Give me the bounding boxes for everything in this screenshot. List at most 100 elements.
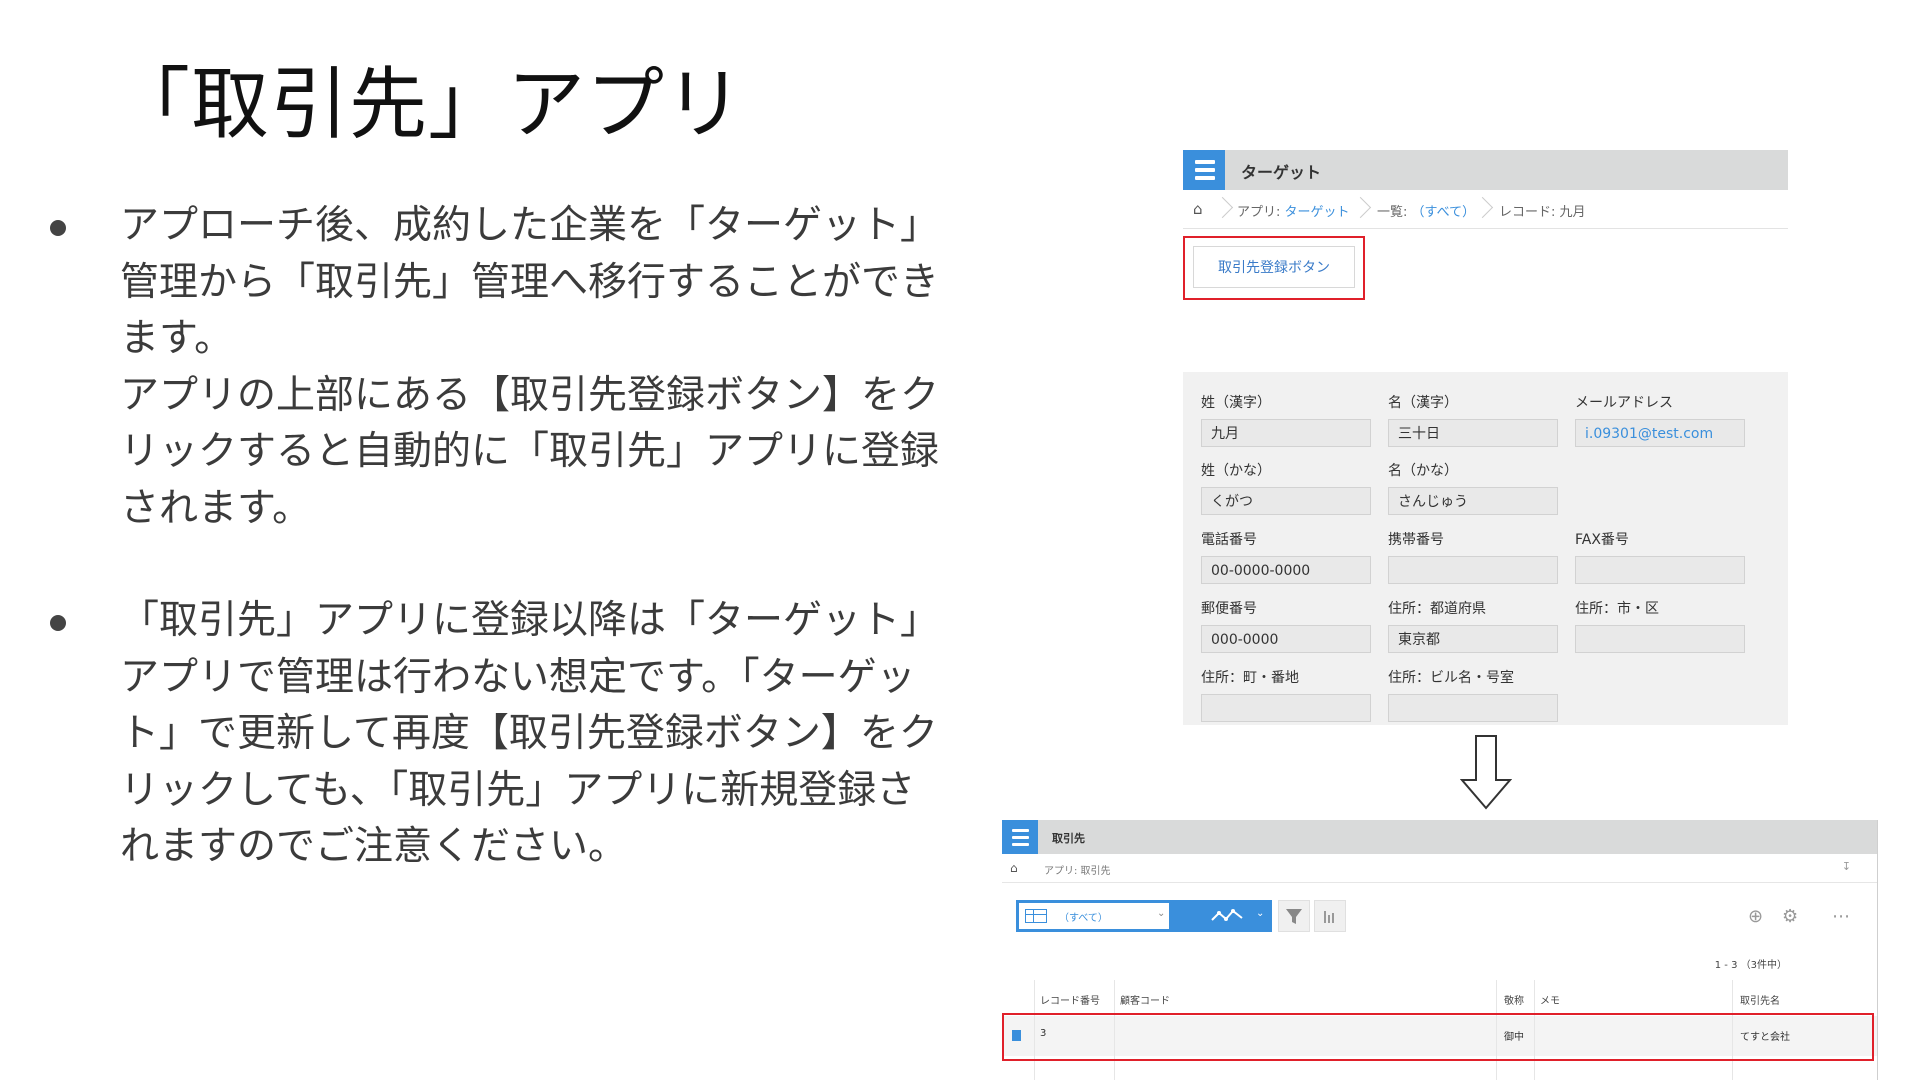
- breadcrumb-separator: [1475, 194, 1487, 224]
- home-icon[interactable]: ⌂: [1193, 200, 1203, 218]
- app-list-icon[interactable]: [1002, 820, 1038, 854]
- field-building: 住所：ビル名・号室: [1388, 667, 1558, 722]
- bullet-line: れますのでご注意ください。: [120, 824, 628, 869]
- field-value: くがつ: [1201, 487, 1371, 515]
- breadcrumb-app[interactable]: アプリ: 取引先: [1044, 862, 1111, 877]
- field-label: メールアドレス: [1575, 395, 1673, 411]
- view-select[interactable]: （すべて） ⌄: [1016, 900, 1204, 932]
- breadcrumb-app-link[interactable]: ターゲット: [1285, 205, 1350, 220]
- bullet-line: 「取引先」アプリに登録以降は「ターゲット」: [120, 598, 940, 643]
- column-header[interactable]: 敬称: [1504, 992, 1524, 1007]
- bullet-line: ます。: [120, 316, 234, 361]
- field-value: [1388, 556, 1558, 584]
- bullet-line: アプリの上部にある【取引先登録ボタン】をク: [120, 372, 940, 418]
- breadcrumb: ⌂ アプリ: 取引先 ↧: [1002, 854, 1877, 883]
- graph-icon: [1324, 911, 1334, 923]
- bullet-dot: [50, 615, 66, 631]
- field-label: FAX番号: [1575, 532, 1629, 548]
- bullet-item: アプローチ後、成約した企業を「ターゲット」 管理から「取引先」管理へ移行すること…: [44, 198, 984, 537]
- filter-icon: [1286, 909, 1302, 924]
- field-label: 住所：市・区: [1575, 601, 1659, 617]
- breadcrumb: ⌂ アプリ: ターゲット 一覧: （すべて） レコード: 九月: [1183, 190, 1788, 229]
- bullet-item: 「取引先」アプリに登録以降は「ターゲット」 アプリで管理は行わない想定です。「タ…: [44, 593, 984, 876]
- graph-view-button[interactable]: ⌄: [1204, 900, 1272, 932]
- email-link[interactable]: i.09301@test.com: [1575, 419, 1745, 447]
- field-value: 九月: [1201, 419, 1371, 447]
- down-arrow-icon: [1460, 735, 1512, 810]
- column-header[interactable]: メモ: [1540, 992, 1560, 1007]
- field-postal-code: 郵便番号 000-0000: [1201, 598, 1371, 653]
- field-label: 名（かな）: [1388, 463, 1458, 479]
- bullet-line: アプローチ後、成約した企業を「ターゲット」: [120, 203, 940, 248]
- field-value: [1575, 625, 1745, 653]
- pin-icon[interactable]: ↧: [1842, 860, 1851, 873]
- field-fax: FAX番号: [1575, 529, 1745, 584]
- bullet-dot: [50, 220, 66, 236]
- field-phone: 電話番号 00-0000-0000: [1201, 529, 1371, 584]
- field-label: 郵便番号: [1201, 601, 1257, 617]
- register-customer-button[interactable]: 取引先登録ボタン: [1193, 246, 1355, 288]
- app-name: ターゲット: [1241, 163, 1322, 182]
- field-label: 住所：ビル名・号室: [1388, 670, 1514, 686]
- field-label: 携帯番号: [1388, 532, 1444, 548]
- bullet-line: ト」で更新して再度【取引先登録ボタン】をク: [120, 711, 938, 756]
- breadcrumb-list[interactable]: 一覧: （すべて）: [1377, 201, 1475, 220]
- graph-button[interactable]: [1314, 900, 1346, 932]
- app-name: 取引先: [1052, 832, 1085, 845]
- target-app-screenshot: ターゲット ⌂ アプリ: ターゲット 一覧: （すべて） レコード: 九月 取引…: [1183, 150, 1788, 725]
- bullet-line: されます。: [120, 485, 312, 531]
- highlight-frame: [1002, 1013, 1874, 1061]
- field-city: 住所：市・区: [1575, 598, 1745, 653]
- bullet-line: 管理から「取引先」管理へ移行することができ: [120, 259, 940, 305]
- column-header[interactable]: レコード番号: [1040, 992, 1100, 1007]
- field-label: 名（漢字）: [1388, 395, 1458, 411]
- field-value: 00-0000-0000: [1201, 556, 1371, 584]
- breadcrumb-list-prefix: 一覧:: [1377, 205, 1412, 220]
- breadcrumb-app[interactable]: アプリ: ターゲット: [1237, 201, 1350, 220]
- slide-title: 「取引先」アプリ: [112, 60, 745, 150]
- bullet-list: アプローチ後、成約した企業を「ターゲット」 管理から「取引先」管理へ移行すること…: [44, 198, 984, 876]
- field-mobile: 携帯番号: [1388, 529, 1558, 584]
- breadcrumb-app-prefix: アプリ:: [1237, 205, 1285, 220]
- record-count: 1 - 3 （3件中）: [1714, 960, 1787, 971]
- field-prefecture: 住所：都道府県 東京都: [1388, 598, 1558, 653]
- field-value: [1388, 694, 1558, 722]
- app-header: 取引先: [1002, 820, 1877, 854]
- chevron-down-icon: ⌄: [1157, 908, 1166, 919]
- view-select-value: （すべて）: [1059, 913, 1108, 924]
- home-icon[interactable]: ⌂: [1010, 861, 1018, 875]
- field-first-name-kana: 名（かな） さんじゅう: [1388, 460, 1558, 515]
- breadcrumb-separator: [1215, 194, 1227, 224]
- field-label: 姓（かな）: [1201, 463, 1271, 479]
- field-last-name-kana: 姓（かな） くがつ: [1201, 460, 1371, 515]
- breadcrumb-separator: [1353, 194, 1365, 224]
- filter-button[interactable]: [1278, 900, 1310, 932]
- add-icon[interactable]: ⊕: [1748, 906, 1763, 927]
- app-list-icon[interactable]: [1183, 150, 1225, 190]
- bullet-line: アプリで管理は行わない想定です。「ターゲッ: [120, 654, 916, 700]
- field-email: メールアドレス i.09301@test.com: [1575, 392, 1745, 447]
- field-label: 電話番号: [1201, 532, 1257, 548]
- breadcrumb-record: レコード: 九月: [1499, 205, 1586, 220]
- field-first-name-kanji: 名（漢字） 三十日: [1388, 392, 1558, 447]
- column-header[interactable]: 取引先名: [1740, 992, 1780, 1007]
- field-last-name-kanji: 姓（漢字） 九月: [1201, 392, 1371, 447]
- field-town: 住所：町・番地: [1201, 667, 1371, 722]
- field-value: [1575, 556, 1745, 584]
- chevron-down-icon: ⌄: [1256, 908, 1265, 919]
- torihiki-app-screenshot: 取引先 ⌂ アプリ: 取引先 ↧ （すべて） ⌄ ⌄ ⊕ ⚙ ⋯ 1 - 3 （…: [1002, 820, 1878, 1080]
- table-header: レコード番号 顧客コード 敬称 メモ 取引先名: [1002, 980, 1877, 1017]
- more-icon[interactable]: ⋯: [1832, 906, 1851, 927]
- field-value: 三十日: [1388, 419, 1558, 447]
- field-label: 姓（漢字）: [1201, 395, 1271, 411]
- field-value: 000-0000: [1201, 625, 1371, 653]
- column-header[interactable]: 顧客コード: [1120, 992, 1170, 1007]
- record-form: 姓（漢字） 九月 名（漢字） 三十日 メールアドレス i.09301@test.…: [1183, 372, 1788, 725]
- field-value: 東京都: [1388, 625, 1558, 653]
- field-label: 住所：都道府県: [1388, 601, 1486, 617]
- line-graph-icon: [1211, 909, 1243, 921]
- bullet-line: リックしても、「取引先」アプリに新規登録さ: [120, 767, 916, 813]
- field-value: [1201, 694, 1371, 722]
- gear-icon[interactable]: ⚙: [1782, 906, 1798, 927]
- breadcrumb-list-link[interactable]: （すべて）: [1412, 205, 1476, 220]
